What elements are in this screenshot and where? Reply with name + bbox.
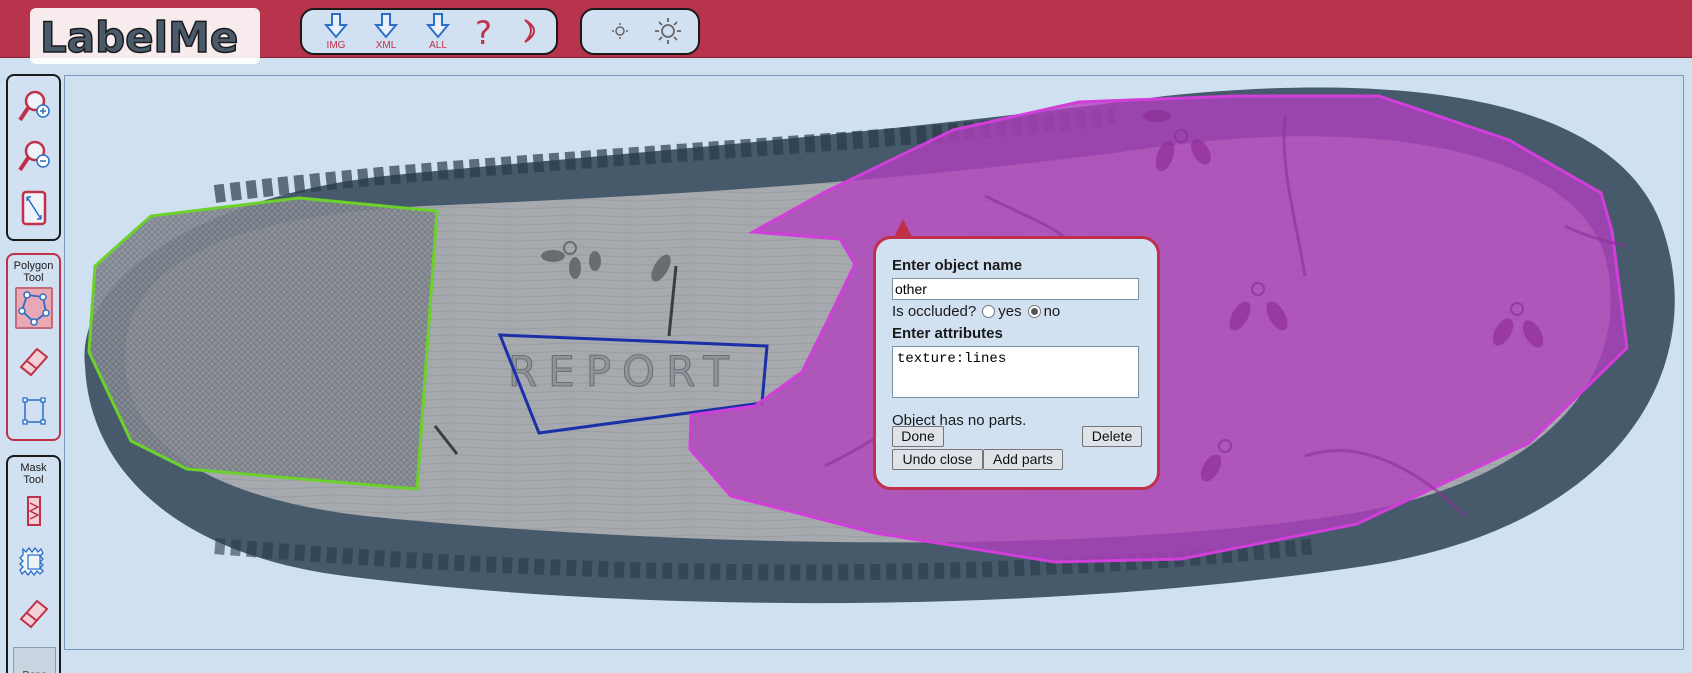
occluded-label: Is occluded? <box>892 303 977 320</box>
attributes-textarea[interactable]: texture:lines <box>892 346 1139 398</box>
object-label-popup: Enter object name Is occluded? yes no En… <box>873 219 1160 490</box>
sign-out-button[interactable] <box>512 12 548 52</box>
fit-screen-icon <box>21 190 47 226</box>
zoom-tool-group <box>6 74 61 241</box>
moon-icon <box>524 19 535 43</box>
svg-text:?: ? <box>475 14 492 50</box>
toolbar-download-group: IMG XML ALL ? <box>300 8 558 55</box>
sun-large-icon <box>655 18 681 44</box>
report-imprint: REPORT <box>508 347 740 396</box>
object-name-input[interactable] <box>892 278 1139 300</box>
download-all-label: ALL <box>429 40 447 51</box>
occluded-yes-label: yes <box>998 303 1022 320</box>
polygon-tool-group: Polygon Tool <box>6 253 61 441</box>
download-arrow-icon <box>324 13 348 39</box>
eraser-icon <box>19 599 49 629</box>
done-button[interactable]: Done <box>892 426 944 447</box>
zoom-out-button[interactable] <box>15 136 53 178</box>
polygon-tool-button[interactable] <box>15 287 53 329</box>
occluded-no-label: no <box>1043 303 1061 320</box>
mask-brush-icon <box>27 496 41 526</box>
mask-region-icon <box>19 546 44 577</box>
polygon-tool-title: Polygon Tool <box>13 260 54 284</box>
download-all-button[interactable]: ALL <box>420 12 456 52</box>
download-img-button[interactable]: IMG <box>318 12 354 52</box>
polygon-eraser-button[interactable] <box>15 341 53 383</box>
sun-small-icon <box>612 23 628 39</box>
help-button[interactable]: ? <box>466 12 502 52</box>
occluded-row: Is occluded? yes no <box>892 303 1157 320</box>
occluded-yes-radio[interactable] <box>982 305 996 318</box>
mask-eraser-button[interactable] <box>15 593 53 635</box>
svg-text:LabelMe: LabelMe <box>40 13 238 62</box>
add-parts-button[interactable]: Add parts <box>983 449 1063 470</box>
mask-done-button[interactable]: Done <box>13 647 56 673</box>
mask-brush-button[interactable] <box>15 491 53 533</box>
object-name-heading: Enter object name <box>892 257 1023 274</box>
bounding-box-icon <box>22 397 46 425</box>
undo-close-button[interactable]: Undo close <box>892 449 983 470</box>
download-arrow-icon <box>374 13 398 39</box>
zoom-in-icon <box>18 90 50 122</box>
download-xml-label: XML <box>375 40 397 51</box>
top-header: LabelMe IMG XML ALL ? <box>0 0 1692 64</box>
mask-tool-title: Mask Tool <box>20 462 47 486</box>
fit-to-screen-button[interactable] <box>15 188 53 230</box>
mask-region-button[interactable] <box>15 541 53 583</box>
brightness-down-button[interactable] <box>602 12 638 52</box>
question-mark-icon: ? <box>475 14 492 50</box>
labelme-logo: LabelMe <box>30 8 260 68</box>
toolbar-brightness-group <box>580 8 700 55</box>
brightness-up-button[interactable] <box>650 12 686 52</box>
polygon-icon <box>18 291 50 326</box>
eraser-icon <box>19 347 49 377</box>
mask-tool-group: MaskTool Done <box>6 455 61 673</box>
download-img-label: IMG <box>326 40 346 51</box>
download-arrow-icon <box>426 13 450 39</box>
delete-button[interactable]: Delete <box>1082 426 1142 447</box>
bounding-box-tool-button[interactable] <box>15 391 53 433</box>
popup-pointer <box>894 219 912 237</box>
download-xml-button[interactable]: XML <box>368 12 404 52</box>
zoom-in-button[interactable] <box>15 86 53 128</box>
image-canvas[interactable]: REPORT Enter object name other Is occlud… <box>64 75 1684 650</box>
zoom-out-icon <box>18 140 50 172</box>
occluded-no-radio[interactable] <box>1027 305 1041 318</box>
attributes-heading: Enter attributes <box>892 325 1003 342</box>
